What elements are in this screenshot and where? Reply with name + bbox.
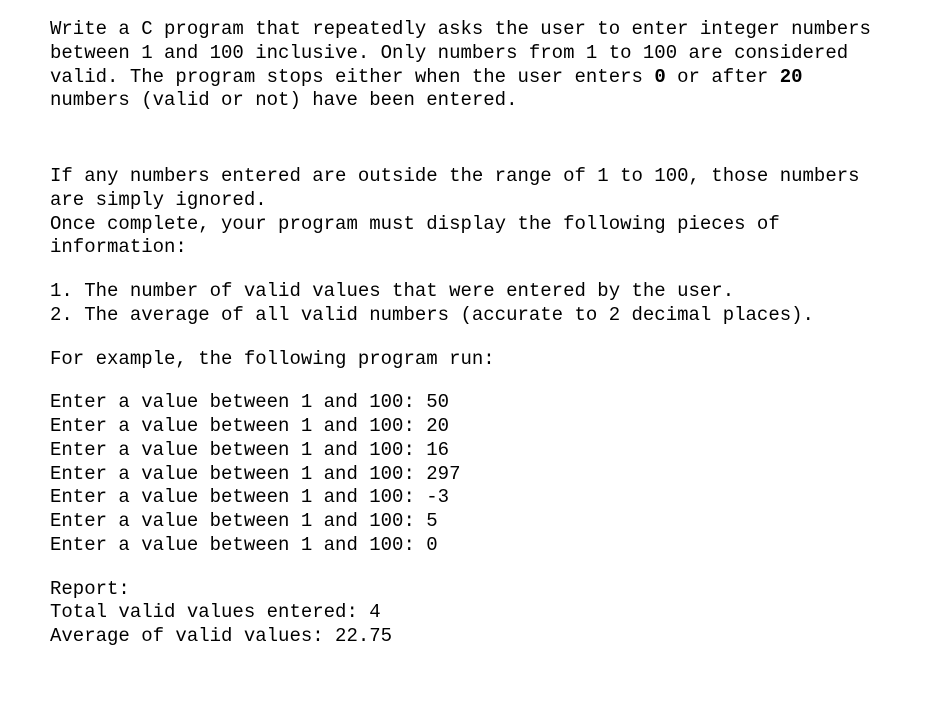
example-heading: For example, the following program run:	[50, 348, 884, 372]
example-heading-text: For example, the following program run:	[50, 348, 495, 370]
ignore-text: If any numbers entered are outside the r…	[50, 165, 860, 211]
sample-run-line: Enter a value between 1 and 100: 50	[50, 391, 884, 415]
intro-text-3: numbers (valid or not) have been entered…	[50, 89, 517, 111]
intro-paragraph: Write a C program that repeatedly asks t…	[50, 18, 884, 113]
requirement-1: 1. The number of valid values that were …	[50, 280, 884, 304]
req1-text: 1. The number of valid values that were …	[50, 280, 734, 302]
sample-run-line: Enter a value between 1 and 100: 16	[50, 439, 884, 463]
sample-run-line: Enter a value between 1 and 100: 20	[50, 415, 884, 439]
req2-text: 2. The average of all valid numbers (acc…	[50, 304, 814, 326]
sample-run-block: Enter a value between 1 and 100: 50 Ente…	[50, 391, 884, 557]
ignore-paragraph: If any numbers entered are outside the r…	[50, 165, 884, 213]
intro-bold-zero: 0	[654, 66, 665, 88]
report-total-line: Total valid values entered: 4	[50, 601, 884, 625]
sample-run-line: Enter a value between 1 and 100: 5	[50, 510, 884, 534]
once-complete-paragraph: Once complete, your program must display…	[50, 213, 884, 261]
intro-bold-twenty: 20	[780, 66, 803, 88]
report-heading: Report:	[50, 578, 884, 602]
sample-run-line: Enter a value between 1 and 100: -3	[50, 486, 884, 510]
intro-text-2: or after	[666, 66, 780, 88]
once-complete-text: Once complete, your program must display…	[50, 213, 780, 259]
report-block: Report: Total valid values entered: 4 Av…	[50, 578, 884, 649]
requirement-2: 2. The average of all valid numbers (acc…	[50, 304, 884, 328]
sample-run-line: Enter a value between 1 and 100: 297	[50, 463, 884, 487]
report-avg-line: Average of valid values: 22.75	[50, 625, 884, 649]
sample-run-line: Enter a value between 1 and 100: 0	[50, 534, 884, 558]
